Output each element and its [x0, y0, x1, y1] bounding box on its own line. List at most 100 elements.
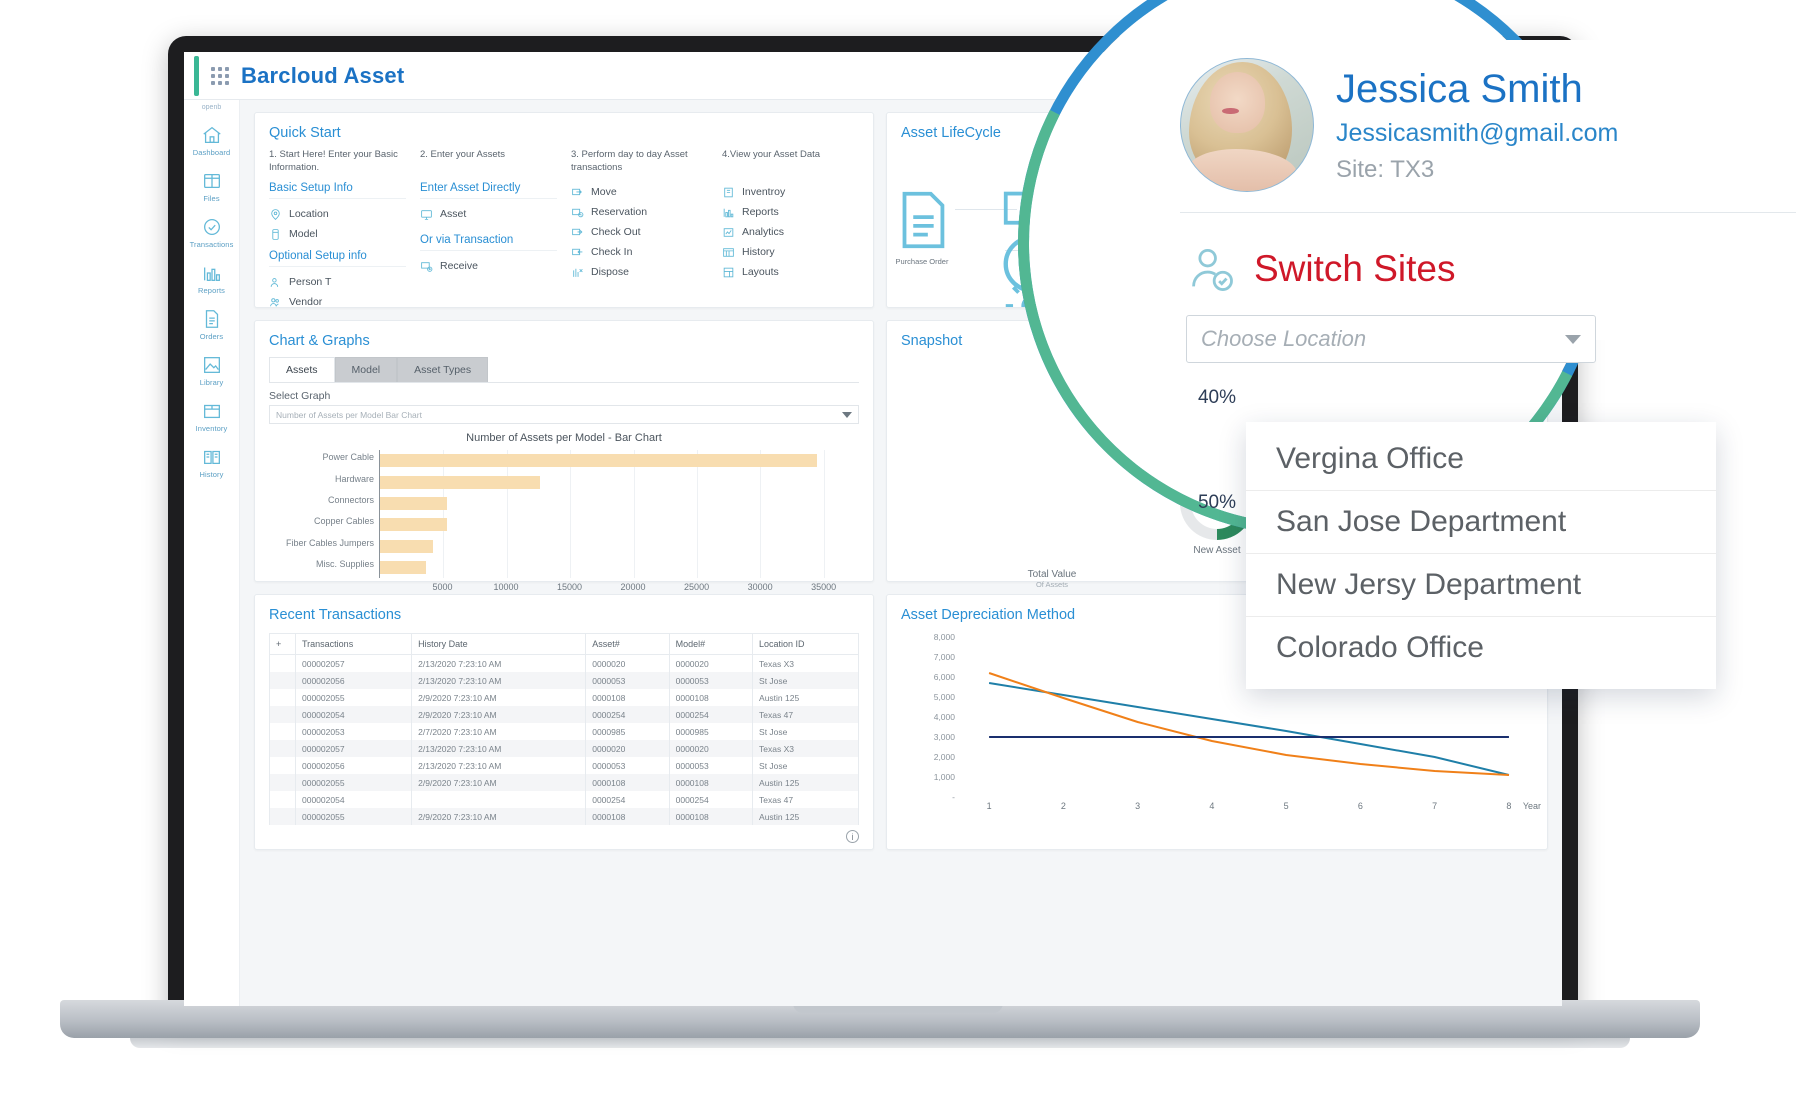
y-tick-label: - [952, 792, 955, 802]
dropdown-option[interactable]: Vergina Office [1246, 428, 1716, 491]
table-cell: Texas 47 [752, 791, 859, 808]
table-cell: Austin 125 [752, 774, 859, 791]
table-cell: 2/13/2020 7:23:10 AM [411, 740, 587, 757]
table-row[interactable]: 000002056 2/13/2020 7:23:10 AM 0000053 0000… [269, 672, 859, 689]
quick-start-column-2: 2. Enter your Assets Enter Asset Directl… [420, 149, 557, 312]
table-row[interactable]: 000002054 2/9/2020 7:23:10 AM 0000254 00002… [269, 706, 859, 723]
table-row[interactable]: 000002054 0000254 0000254 Texas 47 [269, 791, 859, 808]
qs-item-vendor[interactable]: Vendor [269, 292, 406, 312]
bar-row: Power Cable [322, 452, 849, 468]
quick-start-column-1: 1. Start Here! Enter your Basic Informat… [269, 149, 406, 312]
row-select-cell[interactable] [269, 689, 296, 706]
qs-item-receive[interactable]: Receive [420, 256, 557, 276]
location-dropdown-list[interactable]: Vergina Office San Jose Department New Jer… [1246, 422, 1716, 689]
row-select-cell[interactable] [269, 654, 296, 672]
bar-category-label: Hardware [334, 473, 374, 484]
table-row[interactable]: 000002056 2/13/2020 7:23:10 AM 0000053 0000… [269, 757, 859, 774]
grid-menu-icon[interactable] [211, 66, 229, 85]
qs-item-analytics[interactable]: Analytics [722, 222, 859, 242]
table-cell: Texas X3 [752, 740, 859, 757]
x-tick-label: 3 [1135, 801, 1141, 811]
qs-item-label: Reports [742, 206, 779, 218]
sidebar-item-reports[interactable]: Reports [184, 255, 239, 301]
table-cell: 000002054 [294, 791, 413, 808]
group-heading[interactable]: Optional Setup info [269, 250, 406, 267]
row-select-cell[interactable] [269, 808, 296, 825]
tab-model[interactable]: Model [334, 357, 398, 382]
qs-item-person[interactable]: Person T [269, 272, 406, 292]
table-cell: 0000020 [668, 740, 754, 757]
info-icon[interactable]: i [846, 830, 859, 843]
qs-item-model[interactable]: Model [269, 224, 406, 244]
qs-item-reports[interactable]: Reports [722, 202, 859, 222]
dropdown-option[interactable]: New Jersy Department [1246, 554, 1716, 617]
table-cell: 2/13/2020 7:23:10 AM [411, 757, 587, 774]
select-graph-dropdown[interactable]: Number of Assets per Model Bar Chart [269, 405, 859, 424]
dropdown-option[interactable]: Colorado Office [1246, 617, 1716, 679]
column-header[interactable]: Location ID [752, 633, 859, 655]
qs-item-move[interactable]: Move [571, 182, 708, 202]
screenshot-root: Barcloud Asset openb Dashboard Files Tra… [0, 0, 1796, 1096]
vendor-icon [269, 296, 282, 309]
bar-chart-icon [201, 262, 223, 284]
table-row[interactable]: 000002055 2/9/2020 7:23:10 AM 0000108 00001… [269, 774, 859, 791]
column-header[interactable]: Transactions [294, 633, 413, 655]
dropdown-option[interactable]: San Jose Department [1246, 491, 1716, 554]
sidebar-item-label: Files [203, 194, 220, 203]
group-heading[interactable]: Basic Setup Info [269, 182, 406, 199]
bar-row: Connectors [328, 495, 849, 510]
qs-item-location[interactable]: Location [269, 204, 406, 224]
bar [380, 518, 448, 532]
row-select-cell[interactable] [269, 774, 296, 791]
lifecycle-node-purchase-order[interactable]: Purchase Order [887, 185, 957, 267]
x-tick-label: 30000 [747, 582, 773, 592]
column-header[interactable]: Model# [668, 633, 754, 655]
qs-item-check-in[interactable]: Check In [571, 242, 708, 262]
sidebar-item-transactions[interactable]: Transactions [184, 209, 239, 255]
sidebar-item-label: Library [199, 378, 224, 387]
table-row[interactable]: 000002057 2/13/2020 7:23:10 AM 0000020 0000… [269, 740, 859, 757]
bar [380, 496, 448, 510]
row-select-cell[interactable] [269, 723, 296, 740]
bar-category-label: Copper Cables [313, 516, 374, 527]
sidebar-item-history[interactable]: History [184, 439, 239, 485]
tab-asset-types[interactable]: Asset Types [397, 357, 489, 382]
sidebar-item-library[interactable]: Library [184, 347, 239, 393]
avatar [1180, 58, 1314, 192]
table-cell: 0000053 [585, 672, 670, 689]
qs-item-check-out[interactable]: Check Out [571, 222, 708, 242]
history-icon [722, 246, 735, 259]
column-header[interactable]: History Date [411, 633, 587, 655]
table-cell: 0000020 [668, 654, 754, 672]
tab-assets[interactable]: Assets [269, 357, 335, 382]
group-heading[interactable]: Or via Transaction [420, 234, 557, 251]
book-icon [201, 446, 223, 468]
table-row[interactable]: 000002053 2/7/2020 7:23:10 AM 0000985 00009… [269, 723, 859, 740]
add-row-button[interactable]: + [269, 633, 296, 655]
table-cell: Austin 125 [752, 689, 859, 706]
sidebar-item-dashboard[interactable]: Dashboard [184, 117, 239, 163]
qs-item-history[interactable]: History [722, 242, 859, 262]
grid-line [506, 450, 508, 578]
row-select-cell[interactable] [269, 757, 296, 774]
sidebar-item-inventory[interactable]: Inventory [184, 393, 239, 439]
row-select-cell[interactable] [269, 791, 296, 808]
qs-item-reservation[interactable]: Reservation [571, 202, 708, 222]
table-row[interactable]: 000002057 2/13/2020 7:23:10 AM 0000020 0000… [269, 654, 859, 672]
row-select-cell[interactable] [269, 672, 296, 689]
qs-item-inventory[interactable]: Inventroy [722, 182, 859, 202]
table-row[interactable]: 000002055 2/9/2020 7:23:10 AM 0000108 00001… [269, 689, 859, 706]
row-select-cell[interactable] [269, 706, 296, 723]
sidebar-item-files[interactable]: Files [184, 163, 239, 209]
qs-item-asset[interactable]: Asset [420, 204, 557, 224]
qs-item-dispose[interactable]: Dispose [571, 262, 708, 282]
table-cell: 000002056 [294, 757, 413, 774]
group-heading[interactable]: Enter Asset Directly [420, 182, 557, 199]
column-header[interactable]: Asset# [585, 633, 670, 655]
sidebar-item-orders[interactable]: Orders [184, 301, 239, 347]
choose-location-select[interactable]: Choose Location [1186, 315, 1596, 363]
table-row[interactable]: 000002055 2/9/2020 7:23:10 AM 0000108 00001… [269, 808, 859, 825]
row-select-cell[interactable] [269, 740, 296, 757]
qs-item-layouts[interactable]: Layouts [722, 262, 859, 282]
sidebar-item-label: Inventory [195, 424, 228, 433]
